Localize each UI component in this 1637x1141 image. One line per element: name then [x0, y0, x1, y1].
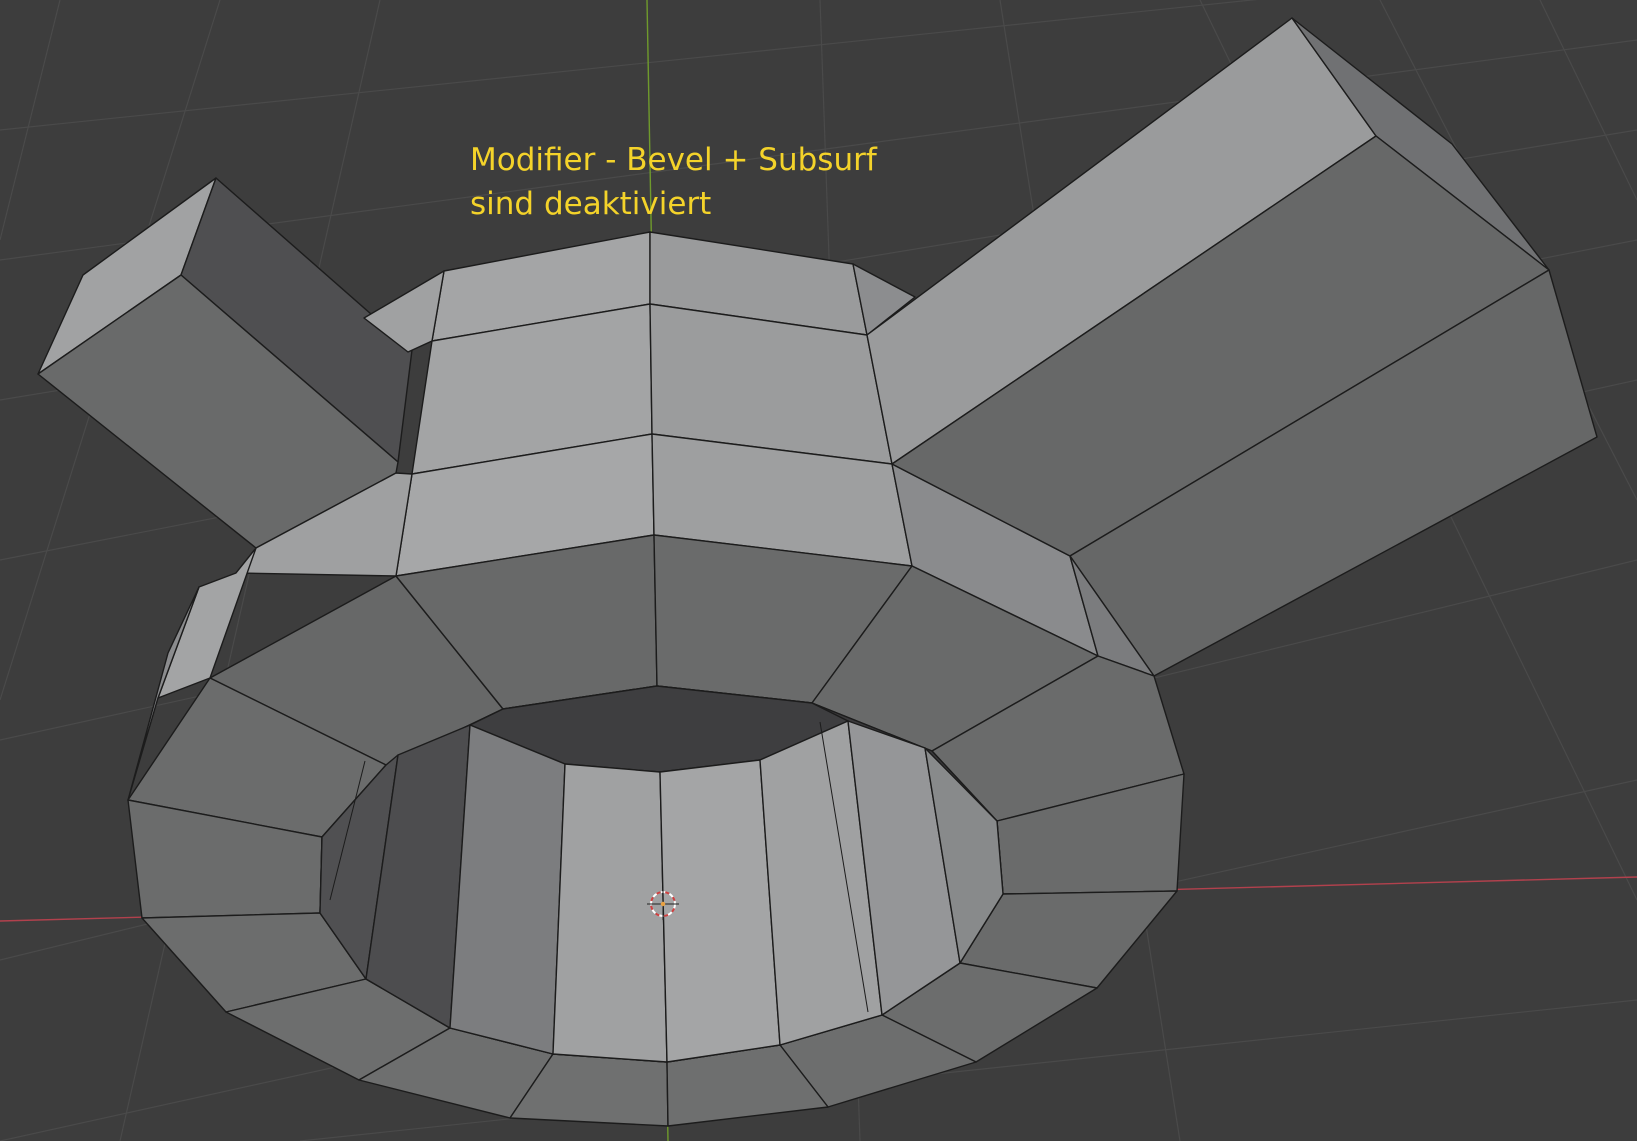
- annotation-text: Modifier - Bevel + Subsurf sind deaktivi…: [470, 138, 877, 226]
- annotation-line-2: sind deaktiviert: [470, 186, 712, 222]
- annotation-line-1: Modifier - Bevel + Subsurf: [470, 142, 877, 178]
- left-wing[interactable]: [37, 177, 413, 549]
- 3d-viewport[interactable]: Modifier - Bevel + Subsurf sind deaktivi…: [0, 0, 1637, 1141]
